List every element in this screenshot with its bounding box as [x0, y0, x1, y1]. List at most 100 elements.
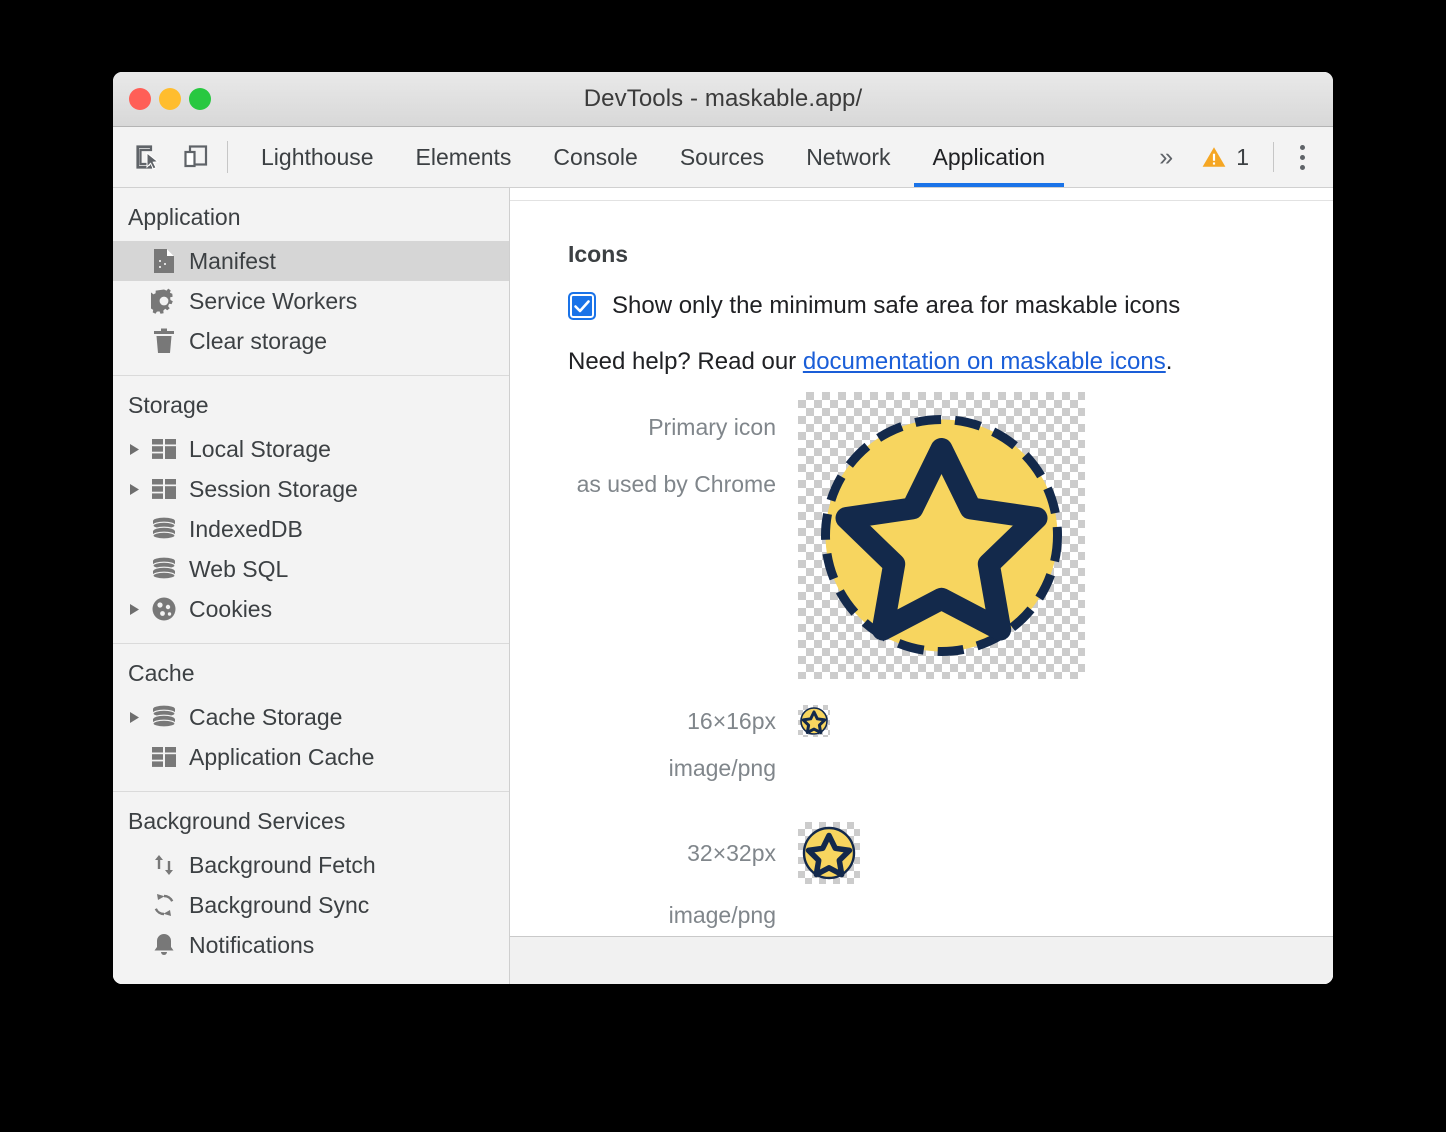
sidebar-item-indexeddb[interactable]: IndexedDB	[113, 509, 509, 549]
tab-lighthouse[interactable]: Lighthouse	[240, 127, 395, 187]
sidebar-item-manifest[interactable]: Manifest	[113, 241, 509, 281]
sidebar-item-service-workers[interactable]: Service Workers	[113, 281, 509, 321]
primary-icon-labels: Primary icon as used by Chrome	[568, 392, 798, 496]
maskable-safe-area-label[interactable]: Show only the minimum safe area for mask…	[612, 292, 1180, 320]
manifest-panel: Icons Show only the minimum safe area fo…	[510, 188, 1333, 984]
maskable-docs-link[interactable]: documentation on maskable icons	[803, 348, 1166, 375]
gear-icon	[149, 288, 179, 314]
inspect-element-icon[interactable]	[131, 140, 165, 174]
maskable-safe-area-checkbox[interactable]	[568, 292, 596, 320]
primary-icon-preview	[798, 392, 1085, 679]
sidebar-item-notifications[interactable]: Notifications	[113, 925, 509, 965]
icon-preview-16	[798, 705, 830, 737]
table-icon	[149, 746, 179, 768]
sidebar-item-label: Application Cache	[189, 744, 374, 771]
tab-label: Sources	[680, 144, 764, 171]
icon-size-label: 16×16px	[568, 708, 798, 735]
window-titlebar: DevTools - maskable.app/	[113, 72, 1333, 127]
toolbar-divider	[227, 141, 228, 173]
tab-label: Elements	[416, 144, 512, 171]
sidebar-item-cookies[interactable]: Cookies	[113, 589, 509, 629]
sidebar-item-session-storage[interactable]: Session Storage	[113, 469, 509, 509]
sidebar-item-label: Service Workers	[189, 288, 357, 315]
table-icon	[149, 478, 179, 500]
maximize-window-button[interactable]	[189, 88, 211, 110]
sync-icon	[149, 892, 179, 918]
warning-count: 1	[1236, 144, 1249, 171]
traffic-lights	[129, 72, 211, 126]
sidebar-item-label: Clear storage	[189, 328, 327, 355]
sidebar-section-header: Background Services	[113, 792, 509, 845]
checkmark-icon	[572, 296, 592, 316]
sidebar-section-header: Cache	[113, 644, 509, 697]
toolbar-icons	[131, 127, 227, 187]
help-text: Need help? Read our documentation on mas…	[568, 348, 1333, 376]
icon-preview-32	[798, 822, 860, 884]
expand-arrow-icon[interactable]	[129, 483, 149, 496]
sidebar-item-background-fetch[interactable]: Background Fetch	[113, 845, 509, 885]
primary-icon-row: Primary icon as used by Chrome	[568, 392, 1333, 679]
cookie-icon	[149, 596, 179, 622]
sidebar-item-clear-storage[interactable]: Clear storage	[113, 321, 509, 361]
icon-size-label: 32×32px	[568, 840, 798, 867]
primary-icon-label-line1: Primary icon	[568, 416, 776, 439]
sidebar-item-label: Cookies	[189, 596, 272, 623]
expand-arrow-icon[interactable]	[129, 711, 149, 724]
sidebar-item-label: Manifest	[189, 248, 276, 275]
tab-label: Application	[933, 144, 1046, 171]
icon-mime-label: image/png	[568, 755, 798, 782]
tab-application[interactable]: Application	[912, 127, 1067, 187]
up-down-arrows-icon	[149, 852, 179, 878]
icon-size-row: 16×16px	[568, 705, 1333, 737]
document-icon	[149, 248, 179, 274]
sidebar-item-cache-storage[interactable]: Cache Storage	[113, 697, 509, 737]
devtools-window: DevTools - maskable.app/ Lighthouse	[113, 72, 1333, 984]
sidebar-item-label: Web SQL	[189, 556, 288, 583]
sidebar-section-background-services: Background Services Background Fetch	[113, 792, 509, 973]
tab-console[interactable]: Console	[532, 127, 658, 187]
help-suffix: .	[1166, 348, 1173, 375]
expand-arrow-icon[interactable]	[129, 443, 149, 456]
tab-network[interactable]: Network	[785, 127, 911, 187]
minimize-window-button[interactable]	[159, 88, 181, 110]
close-window-button[interactable]	[129, 88, 151, 110]
expand-arrow-icon[interactable]	[129, 603, 149, 616]
sidebar-item-label: Cache Storage	[189, 704, 342, 731]
panel-footer	[510, 936, 1333, 984]
sidebar-item-application-cache[interactable]: Application Cache	[113, 737, 509, 777]
table-icon	[149, 438, 179, 460]
tab-label: Console	[553, 144, 637, 171]
sidebar-section-header: Storage	[113, 376, 509, 429]
sidebar-item-background-sync[interactable]: Background Sync	[113, 885, 509, 925]
vertical-dots-icon[interactable]	[1288, 137, 1317, 178]
sidebar-section-storage: Storage Local Storage	[113, 376, 509, 637]
database-icon	[149, 517, 179, 541]
tab-elements[interactable]: Elements	[395, 127, 533, 187]
icon-mime-row: image/png	[568, 902, 1333, 929]
application-sidebar: Application Manifest	[113, 188, 510, 984]
help-prefix: Need help? Read our	[568, 348, 803, 375]
sidebar-item-label: Session Storage	[189, 476, 358, 503]
devtools-body: Application Manifest	[113, 188, 1333, 984]
maskable-star-icon	[798, 392, 1085, 679]
tab-sources[interactable]: Sources	[659, 127, 785, 187]
sidebar-section-application: Application Manifest	[113, 188, 509, 369]
more-tabs-chevron-icon[interactable]: »	[1145, 143, 1187, 172]
sidebar-item-local-storage[interactable]: Local Storage	[113, 429, 509, 469]
warning-indicator[interactable]: 1	[1191, 144, 1259, 171]
icon-mime-row: image/png	[568, 755, 1333, 782]
sidebar-item-label: IndexedDB	[189, 516, 303, 543]
devtools-tabbar: Lighthouse Elements Console Sources Netw…	[113, 127, 1333, 188]
database-icon	[149, 705, 179, 729]
manifest-icons-section: Icons Show only the minimum safe area fo…	[510, 201, 1333, 936]
sidebar-item-label: Local Storage	[189, 436, 331, 463]
tab-label: Network	[806, 144, 890, 171]
device-toolbar-icon[interactable]	[179, 140, 213, 174]
bell-icon	[149, 932, 179, 958]
maskable-star-icon	[798, 705, 830, 737]
database-icon	[149, 557, 179, 581]
tab-label: Lighthouse	[261, 144, 374, 171]
tabbar-right-controls: » 1	[1145, 127, 1333, 187]
toolbar-divider-2	[1273, 142, 1274, 172]
sidebar-item-web-sql[interactable]: Web SQL	[113, 549, 509, 589]
